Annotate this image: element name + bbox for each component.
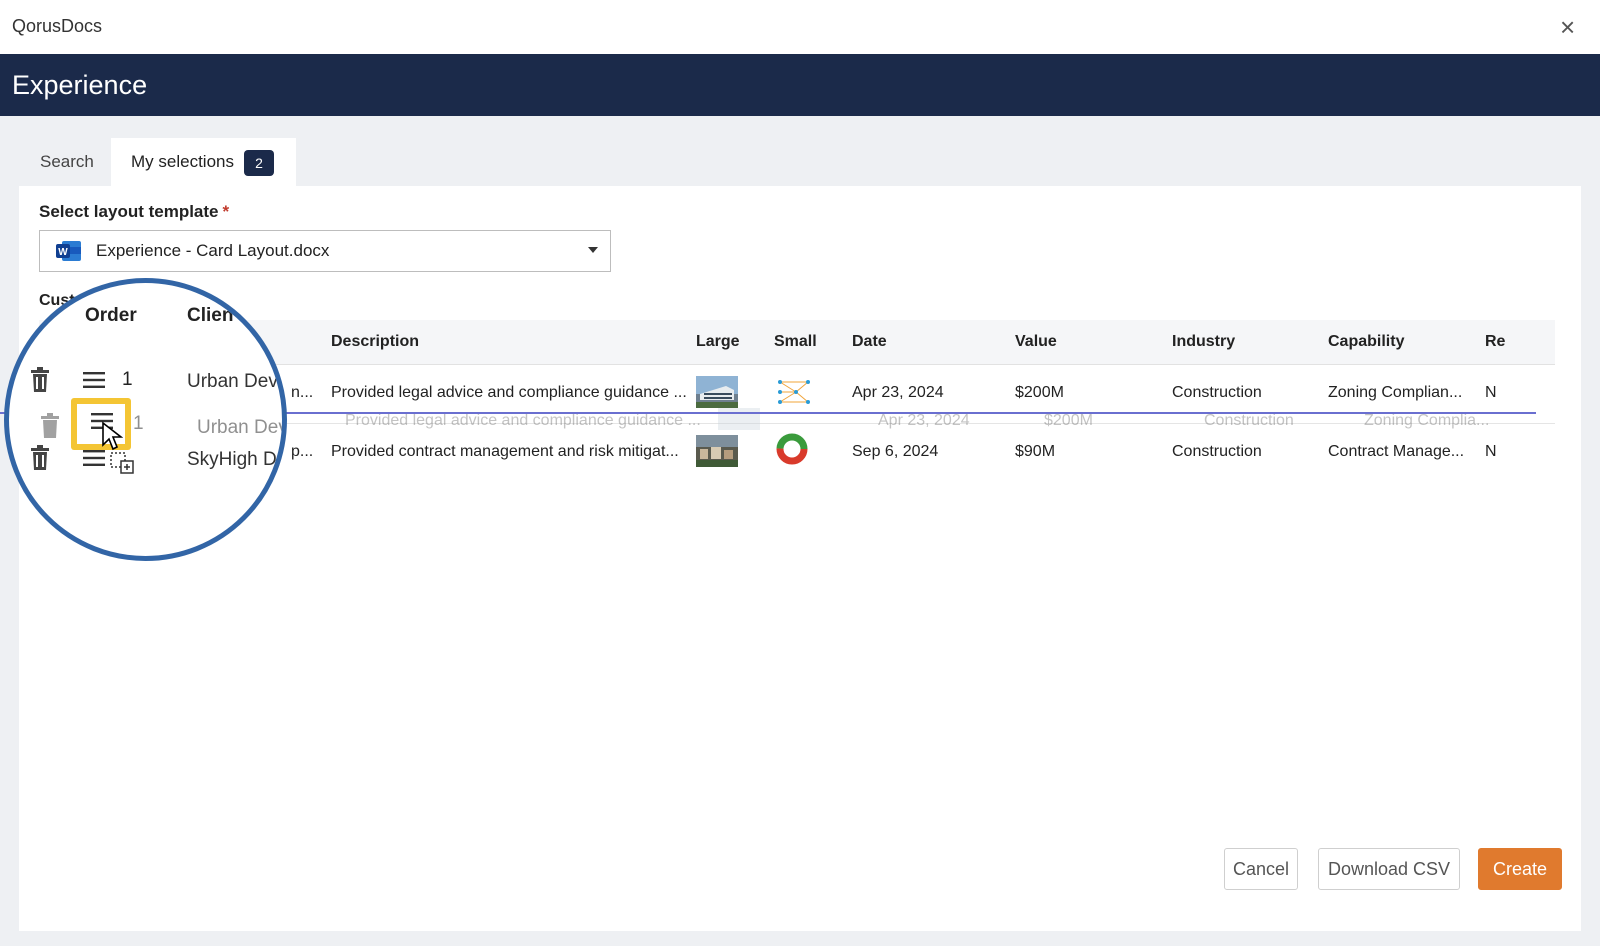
- capability-cell: Contract Manage...: [1328, 443, 1465, 460]
- capability-cell: Zoning Complian...: [1328, 384, 1463, 401]
- column-header-capability[interactable]: Capability: [1328, 333, 1404, 351]
- donut-ring-icon: [776, 433, 808, 465]
- date-cell: Sep 6, 2024: [852, 443, 939, 460]
- tab-search-label: Search: [40, 152, 94, 171]
- re-cell: N: [1485, 443, 1497, 460]
- column-header-description[interactable]: Description: [331, 333, 419, 351]
- column-header-client[interactable]: Clien: [187, 305, 233, 327]
- selection-count-badge: 2: [243, 149, 274, 176]
- industry-cell: Construction: [1172, 443, 1262, 460]
- download-csv-button[interactable]: Download CSV: [1318, 848, 1460, 890]
- value-cell: $90M: [1015, 443, 1056, 460]
- drag-handle-icon[interactable]: [83, 371, 105, 389]
- dialog-content: Search My selections 2 Select layout temp…: [0, 116, 1600, 946]
- aerial-city-photo-thumbnail[interactable]: [696, 435, 738, 467]
- description-cell: Provided contract management and risk mi…: [331, 443, 679, 460]
- svg-text:W: W: [58, 247, 68, 258]
- trash-icon[interactable]: [29, 445, 51, 471]
- order-cell: 1: [122, 369, 133, 390]
- tab-search[interactable]: Search: [24, 138, 110, 186]
- building-photo-thumbnail[interactable]: [696, 376, 738, 408]
- layout-template-value: Experience - Card Layout.docx: [96, 241, 330, 260]
- chevron-down-icon: [588, 247, 598, 253]
- layout-template-label: Select layout template *: [39, 202, 229, 222]
- copy-drop-icon: [110, 452, 134, 474]
- mouse-cursor-icon: [102, 421, 123, 451]
- layout-template-select[interactable]: W Experience - Card Layout.docx: [39, 230, 611, 272]
- dialog-title: Experience: [12, 70, 148, 100]
- column-header-industry[interactable]: Industry: [1172, 333, 1235, 351]
- zoom-magnifier: Order Clien 1 Urban Dev 1 Urban Dev...: [4, 278, 287, 561]
- description-cell: Provided legal advice and compliance gui…: [331, 384, 687, 401]
- re-cell: N: [1485, 384, 1497, 401]
- client-cell: Urban Dev: [187, 371, 278, 392]
- column-header-date[interactable]: Date: [852, 333, 887, 351]
- window-titlebar: QorusDocs ×: [0, 0, 1600, 54]
- dialog-header: Experience: [0, 54, 1600, 116]
- layout-template-label-text: Select layout template: [39, 202, 219, 221]
- create-button[interactable]: Create: [1478, 848, 1562, 890]
- trash-icon[interactable]: [29, 367, 51, 393]
- column-header-re[interactable]: Re: [1485, 333, 1505, 351]
- word-icon: W: [56, 241, 81, 261]
- value-cell: $200M: [1015, 384, 1064, 401]
- app-title: QorusDocs: [12, 16, 103, 36]
- close-icon[interactable]: ×: [1560, 14, 1575, 40]
- cancel-button[interactable]: Cancel: [1224, 848, 1298, 890]
- network-graph-icon: [778, 380, 810, 404]
- date-cell: Apr 23, 2024: [852, 384, 944, 401]
- client-cell-tail: n...: [291, 384, 314, 401]
- tab-my-selections-label: My selections: [131, 152, 234, 171]
- drag-handle-icon[interactable]: [83, 449, 105, 467]
- column-header-small[interactable]: Small: [774, 333, 817, 351]
- ghost-order: 1: [133, 413, 144, 434]
- selections-panel: Select layout template * W Experience - C…: [19, 186, 1581, 931]
- ghost-client: Urban Dev...: [197, 417, 287, 438]
- trash-icon: [41, 413, 59, 438]
- tab-my-selections[interactable]: My selections 2: [111, 138, 296, 186]
- client-cell: SkyHigh D: [187, 449, 277, 470]
- column-header-order[interactable]: Order: [85, 305, 137, 327]
- column-header-large[interactable]: Large: [696, 333, 740, 351]
- column-header-value[interactable]: Value: [1015, 333, 1057, 351]
- required-mark: *: [222, 202, 230, 221]
- industry-cell: Construction: [1172, 384, 1262, 401]
- client-cell-tail: p...: [291, 443, 314, 460]
